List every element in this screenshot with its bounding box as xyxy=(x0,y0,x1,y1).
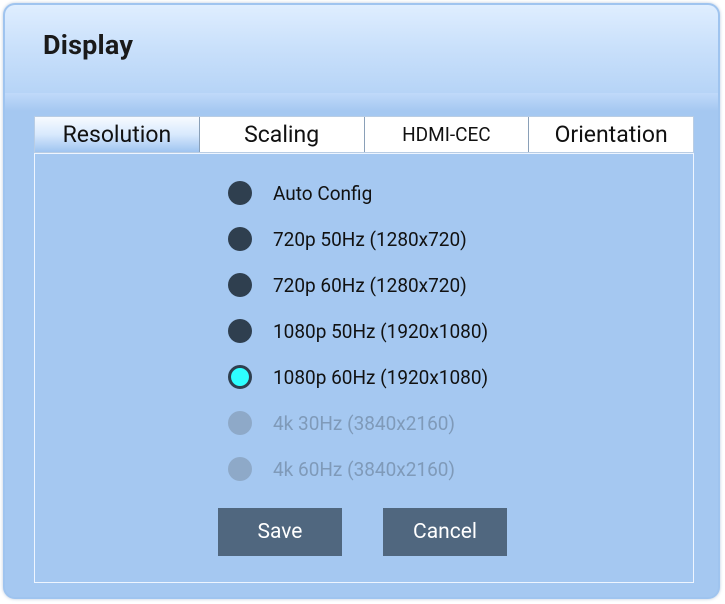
radio-button-selected[interactable] xyxy=(228,365,252,389)
option-1080p-60hz[interactable]: 1080p 60Hz (1920x1080) xyxy=(228,362,488,392)
option-label: 720p 60Hz (1280x720) xyxy=(273,273,467,297)
radio-button[interactable] xyxy=(228,181,252,205)
radio-button[interactable] xyxy=(228,227,252,251)
cancel-button[interactable]: Cancel xyxy=(383,508,507,556)
option-720p-60hz[interactable]: 720p 60Hz (1280x720) xyxy=(228,270,467,300)
option-4k-30hz: 4k 30Hz (3840x2160) xyxy=(228,408,455,438)
tab-orientation[interactable]: Orientation xyxy=(529,117,693,152)
tab-scaling[interactable]: Scaling xyxy=(200,117,365,152)
option-label: 1080p 60Hz (1920x1080) xyxy=(273,365,489,389)
option-label: Auto Config xyxy=(273,181,373,205)
radio-button[interactable] xyxy=(228,273,252,297)
option-720p-50hz[interactable]: 720p 50Hz (1280x720) xyxy=(228,224,467,254)
tab-hdmi-cec[interactable]: HDMI-CEC xyxy=(365,117,530,152)
option-4k-60hz: 4k 60Hz (3840x2160) xyxy=(228,454,455,484)
dialog-title: Display xyxy=(43,29,134,61)
display-dialog: Display Resolution Scaling HDMI-CEC Orie… xyxy=(3,3,720,599)
option-label: 4k 60Hz (3840x2160) xyxy=(273,457,456,481)
option-label: 1080p 50Hz (1920x1080) xyxy=(273,319,489,343)
option-1080p-50hz[interactable]: 1080p 50Hz (1920x1080) xyxy=(228,316,488,346)
option-label: 720p 50Hz (1280x720) xyxy=(273,227,467,251)
radio-button-disabled xyxy=(228,411,252,435)
radio-button-disabled xyxy=(228,457,252,481)
save-button[interactable]: Save xyxy=(218,508,342,556)
tab-bar: Resolution Scaling HDMI-CEC Orientation xyxy=(34,116,694,153)
resolution-panel: Auto Config 720p 50Hz (1280x720) 720p 60… xyxy=(34,153,694,583)
tab-resolution[interactable]: Resolution xyxy=(35,117,200,152)
option-auto-config[interactable]: Auto Config xyxy=(228,178,372,208)
header-divider xyxy=(5,93,718,111)
option-label: 4k 30Hz (3840x2160) xyxy=(273,411,456,435)
radio-button[interactable] xyxy=(228,319,252,343)
